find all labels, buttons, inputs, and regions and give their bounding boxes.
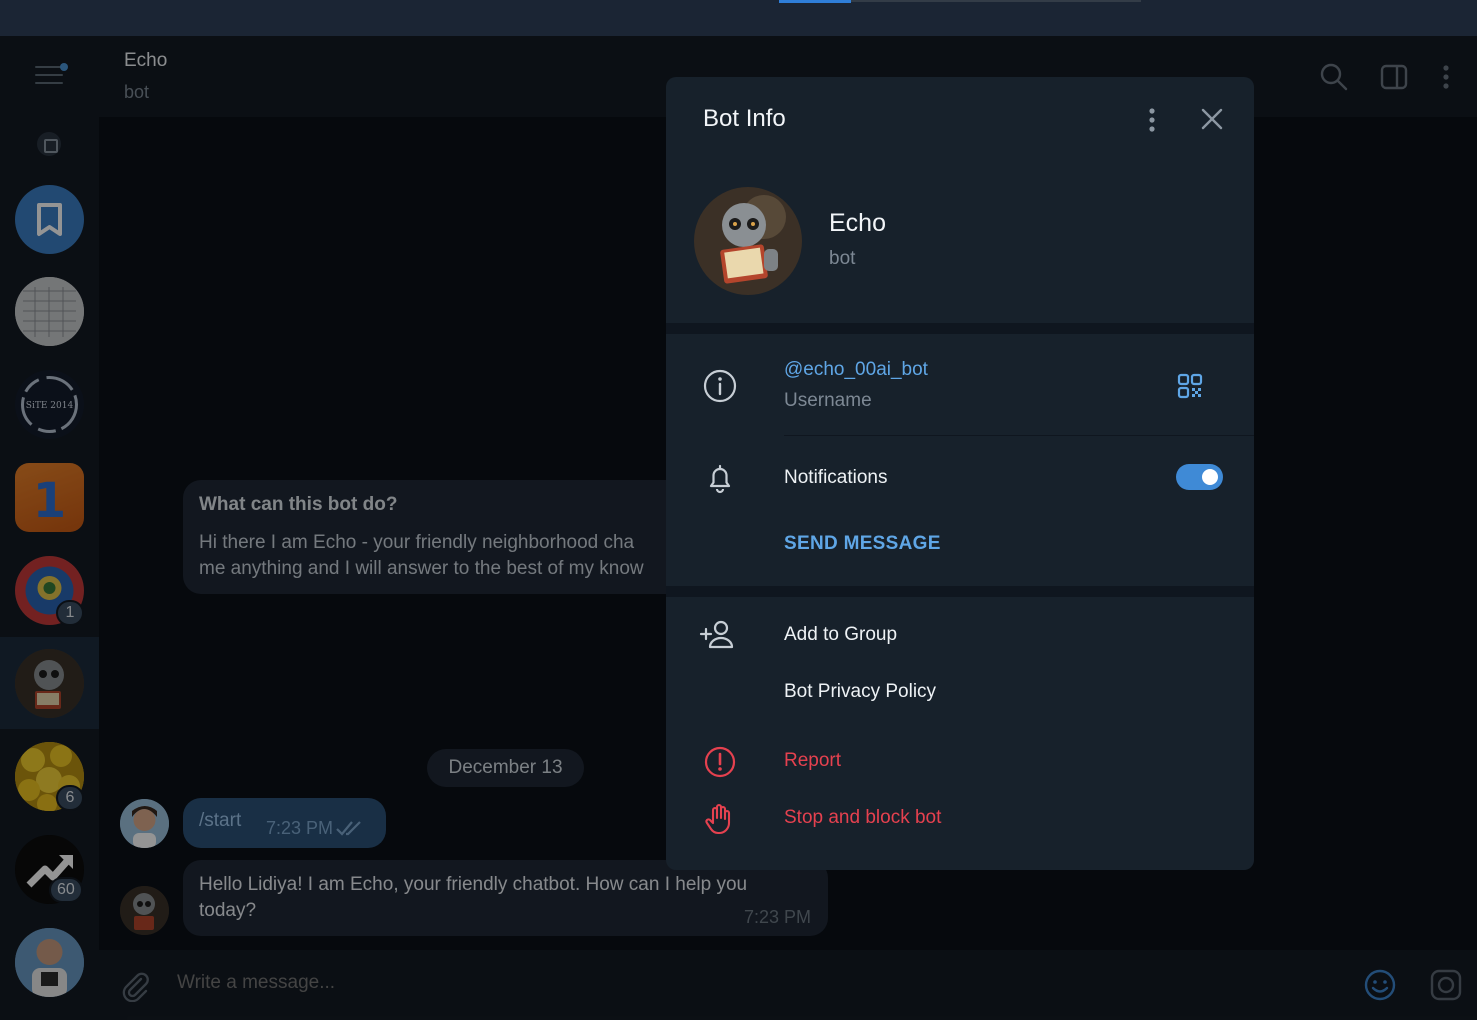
bot-subtitle: bot	[829, 248, 856, 269]
active-tab-indicator	[779, 0, 851, 3]
qr-code-icon[interactable]	[1170, 366, 1210, 406]
bot-profile-photo[interactable]	[694, 187, 802, 295]
send-message-button[interactable]: SEND MESSAGE	[784, 533, 941, 555]
dialog-title: Bot Info	[703, 105, 786, 132]
report-icon	[704, 746, 736, 778]
close-icon[interactable]	[1196, 103, 1228, 135]
notifications-label: Notifications	[784, 467, 888, 488]
more-vertical-icon[interactable]	[1142, 106, 1162, 134]
notifications-toggle[interactable]	[1176, 464, 1223, 490]
add-to-group-button[interactable]: Add to Group	[784, 624, 897, 646]
section-separator	[666, 586, 1254, 597]
bot-privacy-policy-button[interactable]: Bot Privacy Policy	[784, 681, 936, 703]
add-user-icon	[699, 620, 734, 649]
section-separator	[666, 323, 1254, 334]
row-divider	[784, 435, 1254, 436]
username-label: Username	[784, 390, 872, 411]
bell-icon	[709, 464, 731, 494]
info-icon	[703, 369, 737, 403]
toggle-knob	[1199, 466, 1221, 488]
username-link[interactable]: @echo_00ai_bot	[784, 359, 928, 381]
hand-stop-icon	[705, 803, 731, 835]
robot-avatar	[694, 187, 802, 295]
stop-and-block-button[interactable]: Stop and block bot	[784, 807, 941, 829]
bot-name: Echo	[829, 209, 886, 237]
title-bar	[0, 0, 1477, 36]
report-button[interactable]: Report	[784, 750, 841, 772]
bot-info-dialog: Bot Info Echo bot @echo_00ai_bot Usernam…	[666, 77, 1254, 870]
tab-track	[851, 0, 1141, 2]
